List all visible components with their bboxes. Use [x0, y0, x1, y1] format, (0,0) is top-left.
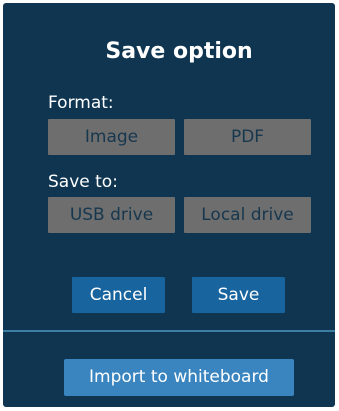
- save-to-label: Save to:: [48, 172, 118, 192]
- cancel-button[interactable]: Cancel: [72, 277, 165, 313]
- format-image-button[interactable]: Image: [48, 119, 175, 155]
- save-to-local-drive-button[interactable]: Local drive: [184, 197, 311, 233]
- save-button[interactable]: Save: [192, 277, 285, 313]
- save-option-dialog: Save option Format: Image PDF Save to: U…: [3, 3, 335, 407]
- format-label: Format:: [48, 93, 114, 113]
- format-pdf-button[interactable]: PDF: [184, 119, 311, 155]
- dialog-title: Save option: [105, 39, 253, 64]
- save-to-usb-drive-button[interactable]: USB drive: [48, 197, 175, 233]
- import-to-whiteboard-button[interactable]: Import to whiteboard: [64, 359, 294, 396]
